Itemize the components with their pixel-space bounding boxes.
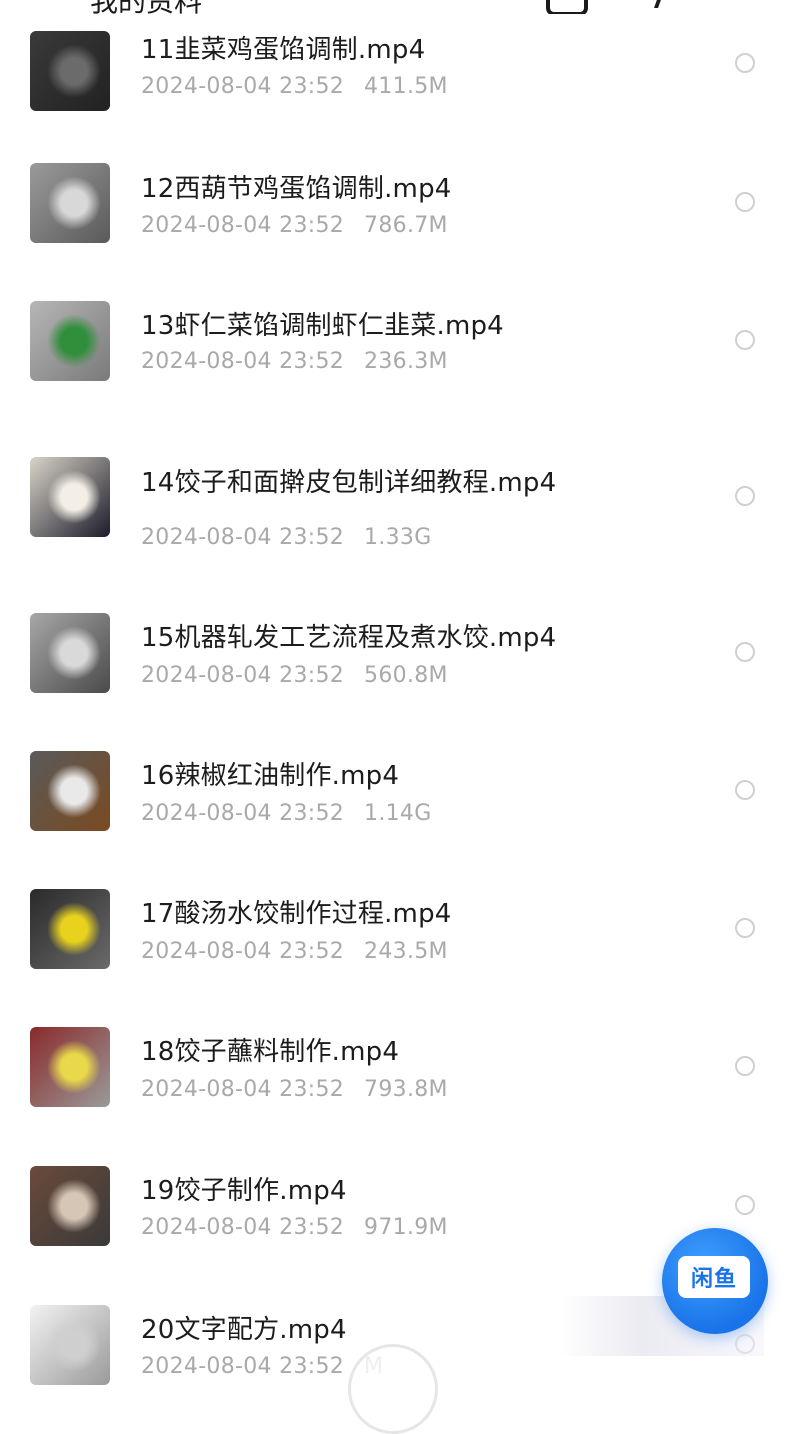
file-row[interactable]: 18饺子蘸料制作.mp4 2024-08-04 23:52 793.8M	[0, 1026, 790, 1136]
file-size: 793.8M	[364, 1077, 448, 1102]
file-size: 1.33G	[364, 525, 432, 550]
status-bar: 我的资料	[0, 0, 790, 14]
file-name: 20文字配方.mp4	[141, 1315, 347, 1345]
file-name: 12西葫节鸡蛋馅调制.mp4	[141, 174, 452, 204]
file-meta: 2024-08-04 23:52M	[141, 1354, 383, 1379]
file-row[interactable]: 13虾仁菜馅调制虾仁韭菜.mp4 2024-08-04 23:52 236.3M	[0, 300, 790, 410]
video-thumbnail	[30, 301, 110, 381]
floating-circle-button[interactable]	[348, 1344, 438, 1434]
video-thumbnail	[30, 613, 110, 693]
video-thumbnail	[30, 31, 110, 111]
file-size: 560.8M	[364, 663, 448, 688]
file-size: 243.5M	[364, 939, 448, 964]
file-name: 11韭菜鸡蛋馅调制.mp4	[141, 35, 426, 65]
file-row[interactable]: 15机器轧发工艺流程及煮水饺.mp4 2024-08-04 23:52 560.8M	[0, 612, 790, 722]
select-radio[interactable]	[735, 1056, 755, 1076]
file-row[interactable]: 14饺子和面擀皮包制详细教程.mp4 2024-08-04 23:52 1.33G	[0, 456, 790, 566]
video-thumbnail	[30, 1166, 110, 1246]
select-radio[interactable]	[735, 330, 755, 350]
video-thumbnail	[30, 1027, 110, 1107]
file-row[interactable]: 12西葫节鸡蛋馅调制.mp4 2024-08-04 23:52 786.7M	[0, 162, 790, 272]
video-thumbnail	[30, 457, 110, 537]
video-thumbnail	[30, 751, 110, 831]
file-date: 2024-08-04 23:52	[141, 213, 345, 238]
file-date: 2024-08-04 23:52	[141, 663, 345, 688]
select-radio[interactable]	[735, 642, 755, 662]
select-radio[interactable]	[735, 780, 755, 800]
file-row[interactable]: 11韭菜鸡蛋馅调制.mp4 2024-08-04 23:52 411.5M	[0, 24, 790, 134]
video-thumbnail	[30, 163, 110, 243]
file-meta: 2024-08-04 23:52 560.8M	[141, 663, 448, 688]
file-date: 2024-08-04 23:52	[141, 939, 345, 964]
file-meta: 2024-08-04 23:52 971.9M	[141, 1215, 448, 1240]
file-name: 14饺子和面擀皮包制详细教程.mp4	[141, 468, 557, 498]
file-meta: 2024-08-04 23:52 1.33G	[141, 525, 432, 550]
file-date: 2024-08-04 23:52	[141, 525, 345, 550]
file-meta: 2024-08-04 23:52 793.8M	[141, 1077, 448, 1102]
file-name: 16辣椒红油制作.mp4	[141, 761, 400, 791]
file-meta: 2024-08-04 23:52 411.5M	[141, 74, 448, 99]
file-size: 1.14G	[364, 801, 432, 826]
xianyu-logo-icon: 闲鱼	[678, 1256, 750, 1298]
file-meta: 2024-08-04 23:52 236.3M	[141, 349, 448, 374]
file-date: 2024-08-04 23:52	[141, 1077, 345, 1102]
file-name: 18饺子蘸料制作.mp4	[141, 1037, 400, 1067]
xianyu-floating-button[interactable]: 闲鱼	[662, 1228, 768, 1334]
video-thumbnail	[30, 889, 110, 969]
file-meta: 2024-08-04 23:52 1.14G	[141, 801, 432, 826]
file-row[interactable]: 16辣椒红油制作.mp4 2024-08-04 23:52 1.14G	[0, 750, 790, 860]
file-meta: 2024-08-04 23:52 786.7M	[141, 213, 448, 238]
file-name: 13虾仁菜馅调制虾仁韭菜.mp4	[141, 311, 504, 341]
file-size: 971.9M	[364, 1215, 448, 1240]
file-date: 2024-08-04 23:52	[141, 1354, 345, 1379]
file-date: 2024-08-04 23:52	[141, 801, 345, 826]
select-radio[interactable]	[735, 192, 755, 212]
status-title: 我的资料	[90, 0, 202, 14]
file-size: 236.3M	[364, 349, 448, 374]
select-radio[interactable]	[735, 486, 755, 506]
file-date: 2024-08-04 23:52	[141, 1215, 345, 1240]
screenshot-icon[interactable]	[546, 0, 588, 14]
file-name: 15机器轧发工艺流程及煮水饺.mp4	[141, 623, 557, 653]
video-thumbnail	[30, 1305, 110, 1385]
file-size: 411.5M	[364, 74, 448, 99]
select-radio[interactable]	[735, 1195, 755, 1215]
file-row[interactable]: 17酸汤水饺制作过程.mp4 2024-08-04 23:52 243.5M	[0, 888, 790, 998]
file-size: 786.7M	[364, 213, 448, 238]
fab-label: 闲鱼	[690, 1267, 737, 1292]
file-name: 17酸汤水饺制作过程.mp4	[141, 899, 452, 929]
edit-icon[interactable]	[635, 0, 667, 8]
file-date: 2024-08-04 23:52	[141, 349, 345, 374]
select-radio[interactable]	[735, 918, 755, 938]
file-date: 2024-08-04 23:52	[141, 74, 345, 99]
file-name: 19饺子制作.mp4	[141, 1176, 347, 1206]
file-meta: 2024-08-04 23:52 243.5M	[141, 939, 448, 964]
select-radio[interactable]	[735, 53, 755, 73]
